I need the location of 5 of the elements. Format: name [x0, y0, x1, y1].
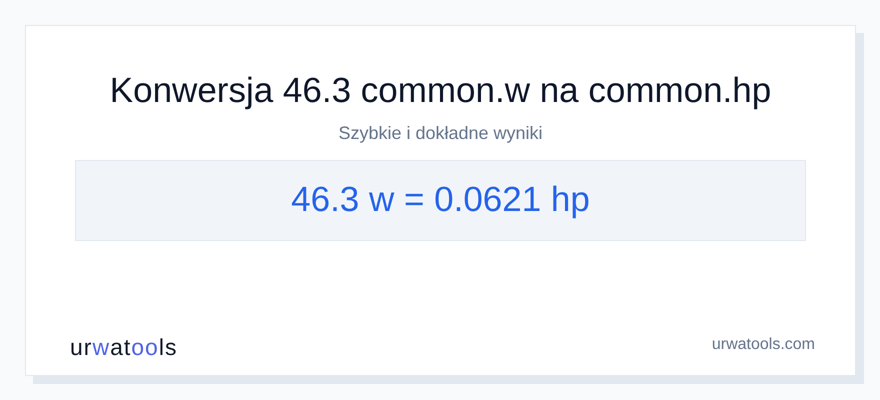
result-text: 46.3 w = 0.0621 hp [291, 179, 590, 222]
subtitle: Szybkie i dokładne wyniki [338, 122, 543, 144]
page-title: Konwersja 46.3 common.w na common.hp [110, 70, 772, 112]
site-link[interactable]: urwatools.com [712, 333, 815, 357]
logo: urwatools [70, 333, 178, 361]
